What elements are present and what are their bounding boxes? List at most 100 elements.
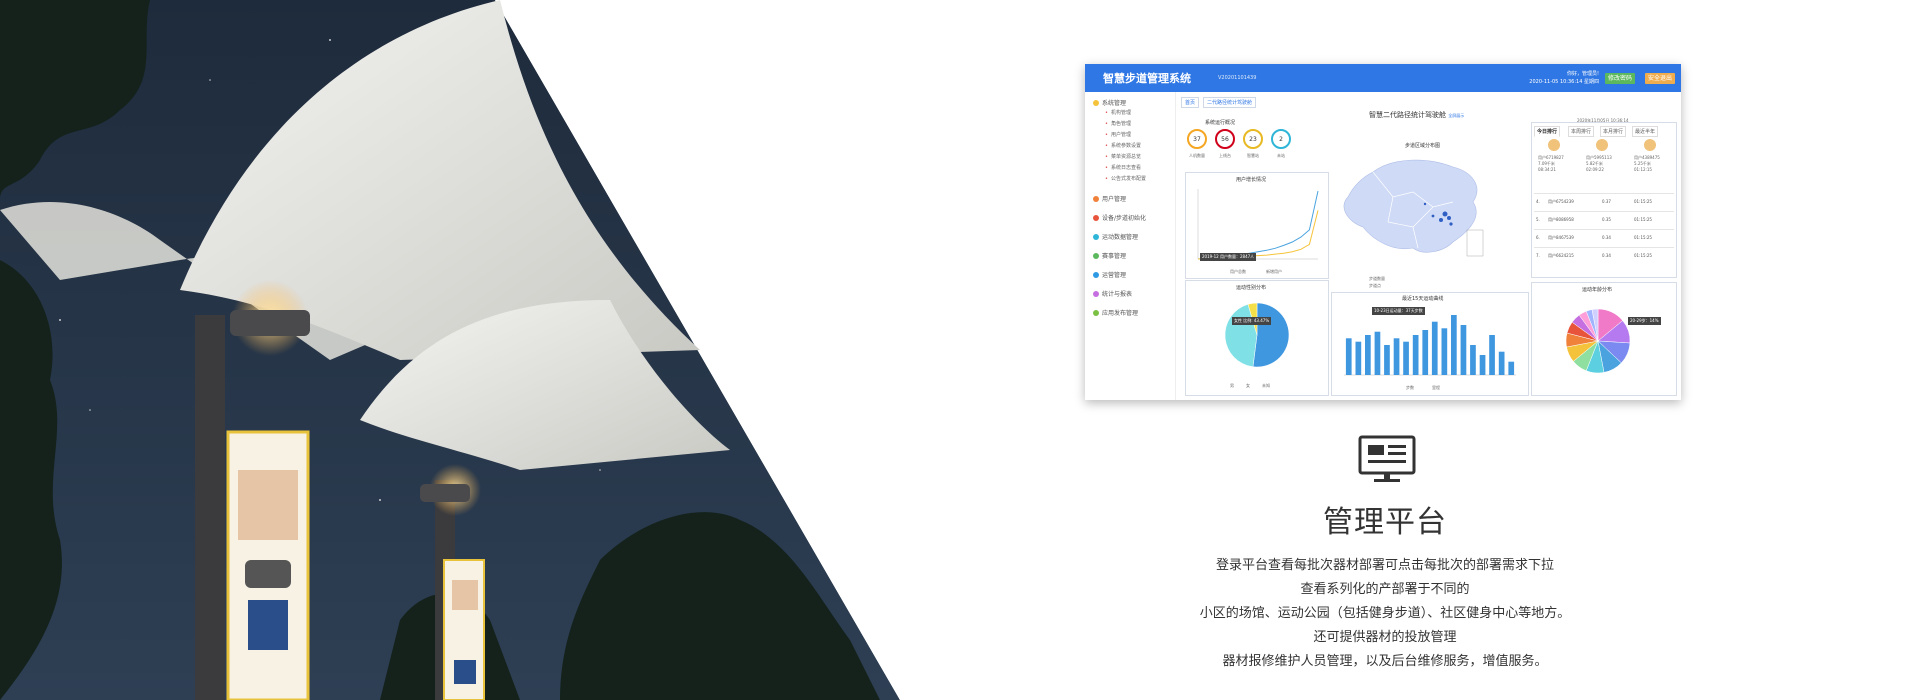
legend-female: 女 <box>1246 383 1250 388</box>
gauge-value: 2 <box>1279 136 1283 143</box>
trend-bar <box>1412 335 1419 375</box>
map-title: 步道区域分布图 <box>1405 143 1441 149</box>
china-map <box>1343 159 1484 257</box>
description-line: 查看系列化的产部署于不同的 <box>1300 582 1470 597</box>
rank-distance: 0.34 <box>1602 235 1611 240</box>
gender-title: 运动性别分布 <box>1236 285 1267 291</box>
overview-title: 系统运行概况 <box>1205 120 1236 126</box>
trend-bar <box>1355 341 1362 375</box>
description-line: 还可提供器材的投放管理 <box>1313 630 1457 645</box>
user-growth-title: 用户增长情况 <box>1236 177 1267 183</box>
trend-bar <box>1393 338 1400 375</box>
age-panel: 运动年龄分布 20-29岁：14% <box>1531 282 1677 396</box>
top3-avatars <box>1548 139 1656 151</box>
rank-name: 用户6624215 <box>1548 253 1574 258</box>
series-total-users <box>1197 190 1319 260</box>
hero-photo <box>0 0 900 700</box>
dashboard-screenshot: 智慧步道管理系统 V20201101439 你好，管理员! 2020-11-05… <box>1085 64 1681 400</box>
map-legend-points: 步道点 <box>1369 283 1381 288</box>
trend-bar <box>1451 315 1457 375</box>
trend-bar <box>1422 330 1429 375</box>
tab-month-ranking[interactable]: 本月排行 <box>1600 126 1627 137</box>
trend-bar <box>1431 321 1438 375</box>
welcome-text: 你好，管理员! <box>1566 71 1599 77</box>
legend-steps: 步数 <box>1406 385 1414 390</box>
logout-button[interactable]: 安全退出 <box>1645 73 1676 84</box>
top1-time: 08:34:21 <box>1538 167 1556 172</box>
ranking-row: 7. 用户6624215 0.34 01:15:25 <box>1534 247 1674 265</box>
menu-label: 运动数据管理 <box>1102 234 1139 241</box>
menu-dot-icon <box>1093 215 1099 221</box>
gauge-label: 上线台 <box>1219 153 1231 158</box>
submenu-item[interactable]: 公告式发布配置 <box>1105 175 1146 182</box>
menu-operations[interactable]: 运营管理 <box>1093 270 1126 279</box>
legend-mileage: 里程 <box>1432 385 1440 390</box>
map-region <box>1343 159 1478 253</box>
tab-home[interactable]: 首页 <box>1181 97 1200 108</box>
system-version: V20201101439 <box>1218 75 1257 81</box>
header-datetime: 2020-11-05 10:36:14 星期四 <box>1529 79 1599 85</box>
gauge-label: 未站 <box>1277 153 1285 158</box>
menu-statistics[interactable]: 统计与报表 <box>1093 289 1132 298</box>
rank-number: 4. <box>1536 199 1540 204</box>
rank-number: 5. <box>1536 217 1540 222</box>
menu-label: 应用发布管理 <box>1102 310 1139 317</box>
gauge-value: 56 <box>1221 136 1229 143</box>
rank-distance: 0.34 <box>1602 253 1611 258</box>
menu-label: 用户管理 <box>1102 196 1127 203</box>
user-growth-panel: 用户增长情况 2019-12 用户数量：2847人 用户总数 新增用户 <box>1185 172 1329 279</box>
change-password-button[interactable]: 修改密码 <box>1605 73 1636 84</box>
tab-cockpit[interactable]: 二代路径统计驾驶舱 <box>1203 97 1257 108</box>
legend-male: 男 <box>1230 383 1234 388</box>
avatar <box>1596 139 1608 151</box>
rank-time: 01:15:25 <box>1634 199 1652 204</box>
menu-system-management[interactable]: 系统管理 <box>1093 98 1126 107</box>
trend-bar <box>1489 335 1495 375</box>
age-pie-chart <box>1565 308 1631 374</box>
avatar <box>1644 139 1656 151</box>
description-line: 登录平台查看每批次器材部署可点击每批次的部署需求下拉 <box>1215 558 1554 573</box>
legend-new-users: 新增用户 <box>1266 269 1282 274</box>
trend-bar-chart <box>1344 315 1516 376</box>
trend-bar <box>1384 345 1390 375</box>
top2-time: 02:09:22 <box>1586 167 1604 172</box>
section-description: 登录平台查看每批次器材部署可点击每批次的部署需求下拉 查看系列化的产部署于不同的… <box>1150 554 1620 674</box>
menu-user-management[interactable]: 用户管理 <box>1093 194 1126 203</box>
tab-today-ranking[interactable]: 今日排行 <box>1534 126 1561 137</box>
submenu-item[interactable]: 系统参数设置 <box>1105 142 1141 149</box>
trend-tooltip: 10-23日运动量：37天步数 <box>1372 307 1425 315</box>
trend-bar <box>1479 355 1486 375</box>
menu-dot-icon <box>1093 100 1099 106</box>
fullscreen-link[interactable]: 全屏展示 <box>1448 113 1464 118</box>
rank-name: 用户8467539 <box>1548 235 1574 240</box>
age-tooltip: 20-29岁：14% <box>1628 317 1661 325</box>
ranking-row: 4. 用户6754239 0.37 01:15:25 <box>1534 193 1674 211</box>
menu-dot-icon <box>1093 253 1099 259</box>
gender-panel: 运动性别分布 女性 比例: 43.47% 男 女 未知 <box>1185 280 1329 396</box>
gauge-value: 37 <box>1193 136 1201 143</box>
submenu-item[interactable]: 用户管理 <box>1105 131 1131 138</box>
tab-halfyear-ranking[interactable]: 最近半年 <box>1632 126 1659 137</box>
trend-title: 最近15天运动曲线 <box>1402 296 1444 302</box>
menu-sport-data[interactable]: 运动数据管理 <box>1093 232 1138 241</box>
map-legend-count: 步道数量 <box>1369 276 1385 281</box>
menu-event-management[interactable]: 赛事管理 <box>1093 251 1126 260</box>
rank-name: 用户8086958 <box>1548 217 1574 222</box>
submenu-item[interactable]: 角色管理 <box>1105 120 1131 127</box>
trend-bar <box>1460 325 1467 375</box>
gauge-value: 23 <box>1249 136 1257 143</box>
submenu-item[interactable]: 机构管理 <box>1105 109 1131 116</box>
legend-total-users: 用户总数 <box>1230 269 1246 274</box>
tab-week-ranking[interactable]: 本周排行 <box>1568 126 1595 137</box>
menu-app-release[interactable]: 应用发布管理 <box>1093 308 1138 317</box>
rank-time: 01:15:25 <box>1634 253 1652 258</box>
menu-device-init[interactable]: 设备/步道初始化 <box>1093 213 1146 222</box>
ranking-panel: 今日排行 本周排行 本月排行 最近半年 用户6719827 7.09千米 08:… <box>1531 122 1677 278</box>
submenu-item[interactable]: 菜单资源总览 <box>1105 153 1141 160</box>
menu-label: 统计与报表 <box>1102 291 1133 298</box>
submenu-item[interactable]: 系统日志查看 <box>1105 164 1141 171</box>
gauge-label: 智慧站 <box>1247 153 1259 158</box>
trend-bar <box>1374 331 1381 375</box>
menu-label: 运营管理 <box>1102 272 1127 279</box>
ranking-row: 6. 用户8467539 0.34 01:15:25 <box>1534 229 1674 247</box>
